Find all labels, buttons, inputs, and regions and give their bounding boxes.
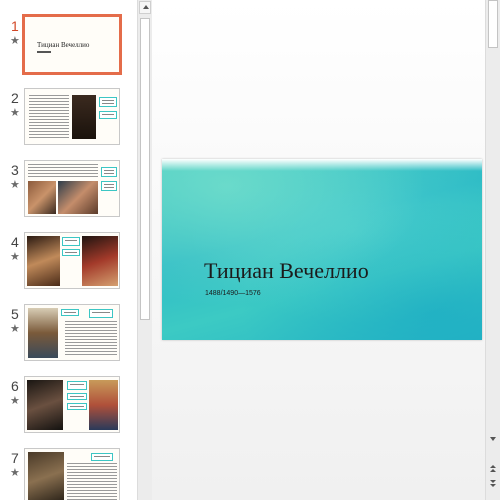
slide-subtitle[interactable]: 1488/1490—1576	[205, 290, 261, 297]
caption-box	[99, 97, 117, 107]
text-block	[28, 164, 98, 178]
text-block	[67, 463, 117, 500]
slide-thumbnail-1[interactable]: 1 ★ Тициан Вечеллио	[0, 14, 137, 78]
slide-number: 5	[11, 306, 19, 322]
caption-box	[62, 237, 80, 246]
slide-thumbnail-7[interactable]: 7 ★	[0, 448, 137, 500]
painting-image	[58, 181, 98, 214]
slide-thumbnail-panel: 1 ★ Тициан Вечеллио 2 ★ 3 ★ 4 ★ 5 ★ 6 ★ …	[0, 0, 137, 500]
caption-box	[61, 309, 79, 316]
caption-box	[101, 167, 117, 177]
scrollbar-thumb[interactable]	[488, 0, 498, 48]
caption-box	[67, 393, 87, 400]
thumbnail-preview	[24, 88, 120, 145]
painting-image	[28, 452, 64, 500]
animation-star-icon: ★	[10, 107, 20, 119]
text-block	[29, 95, 69, 139]
slide-thumbnail-3[interactable]: 3 ★	[0, 160, 137, 222]
animation-star-icon: ★	[10, 395, 20, 407]
current-slide[interactable]: Тициан Вечеллио 1488/1490—1576	[162, 159, 482, 340]
thumbnail-preview	[24, 376, 120, 433]
portrait-image	[27, 380, 63, 430]
slide-number: 6	[11, 378, 19, 394]
slide-thumbnail-6[interactable]: 6 ★	[0, 376, 137, 438]
slide-number: 3	[11, 162, 19, 178]
thumbnail-preview	[24, 304, 120, 361]
slide-number: 2	[11, 90, 19, 106]
animation-star-icon: ★	[10, 251, 20, 263]
painting-image	[28, 308, 58, 358]
painting-image	[82, 236, 118, 286]
slide-number: 1	[11, 18, 19, 34]
slide-title[interactable]: Тициан Вечеллио	[204, 258, 369, 284]
thumbnail-preview: Тициан Вечеллио	[22, 14, 122, 75]
previous-slide-icon[interactable]	[487, 463, 499, 475]
caption-box	[99, 111, 117, 119]
scrollbar-thumb[interactable]	[140, 18, 150, 320]
slide-editor-pane: Тициан Вечеллио 1488/1490—1576	[152, 0, 485, 500]
slide-thumbnail-4[interactable]: 4 ★	[0, 232, 137, 294]
painting-image	[27, 236, 60, 286]
next-slide-icon[interactable]	[487, 478, 499, 490]
scroll-up-arrow-icon[interactable]	[139, 1, 151, 14]
caption-box	[89, 309, 113, 318]
painting-image	[28, 181, 56, 214]
slide-number: 4	[11, 234, 19, 250]
editor-scrollbar[interactable]	[485, 0, 500, 500]
painting-image	[89, 380, 118, 430]
slide-thumbnail-2[interactable]: 2 ★	[0, 88, 137, 150]
animation-star-icon: ★	[10, 467, 20, 479]
animation-star-icon: ★	[10, 179, 20, 191]
thumbnail-subtitle	[37, 51, 51, 53]
caption-box	[101, 181, 117, 191]
thumbnail-preview	[24, 160, 120, 217]
slide-number: 7	[11, 450, 19, 466]
thumbnail-preview	[24, 448, 120, 500]
text-block	[65, 321, 117, 357]
animation-star-icon: ★	[10, 35, 20, 47]
thumbnail-scrollbar[interactable]	[137, 0, 152, 500]
scroll-down-arrow-icon[interactable]	[487, 433, 499, 445]
portrait-image	[72, 95, 96, 139]
caption-box	[67, 381, 87, 390]
caption-box	[62, 249, 80, 256]
caption-box	[67, 403, 87, 410]
caption-box	[91, 453, 113, 461]
thumbnail-preview	[24, 232, 120, 289]
animation-star-icon: ★	[10, 323, 20, 335]
slide-thumbnail-5[interactable]: 5 ★	[0, 304, 137, 366]
thumbnail-title: Тициан Вечеллио	[37, 41, 90, 49]
